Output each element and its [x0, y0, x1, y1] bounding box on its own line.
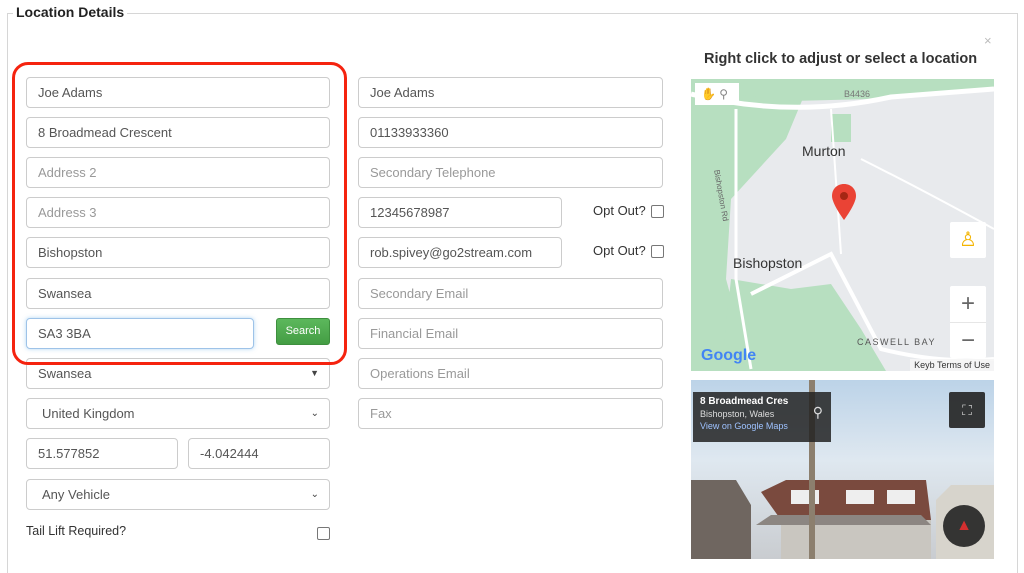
map-instruction: Right click to adjust or select a locati…	[704, 51, 978, 67]
chevron-down-icon: ⌄	[310, 408, 319, 419]
zoom-controls: + −	[950, 286, 986, 358]
telephone-input[interactable]: 01133933360	[358, 117, 663, 148]
address3-input[interactable]: Address 3	[26, 197, 330, 228]
bishopston-label: Bishopston	[733, 255, 803, 271]
street-view-subtitle: Bishopston, Wales	[700, 409, 775, 419]
search-button[interactable]: Search	[276, 318, 330, 345]
terms-link[interactable]: Keyb Terms of Use	[910, 359, 994, 371]
country-selected: United Kingdom	[42, 406, 135, 421]
murton-label: Murton	[802, 143, 846, 159]
map-view[interactable]: ✋ ⚲ B4436 Murton Bishopston Rd Bishopsto…	[691, 79, 994, 371]
tail-lift-label: Tail Lift Required?	[26, 524, 127, 538]
road-label: B4436	[844, 89, 871, 99]
street-view[interactable]: 8 Broadmead Cres Bishopston, Wales View …	[691, 380, 994, 559]
marker-tool-icon[interactable]: ⚲	[719, 87, 728, 101]
latitude-input[interactable]: 51.577852	[26, 438, 178, 469]
county-selected: Swansea	[38, 366, 92, 381]
mobile-input[interactable]: 12345678987	[358, 197, 562, 228]
close-icon[interactable]: ×	[984, 33, 992, 48]
vehicle-select[interactable]: Any Vehicle ⌄	[26, 479, 330, 510]
place-marker-icon: ⚲	[812, 404, 823, 420]
google-logo: Google	[701, 347, 757, 364]
caswell-label: CASWELL BAY	[857, 337, 937, 347]
secondary-email-input[interactable]: Secondary Email	[358, 278, 663, 309]
email-opt-out-checkbox[interactable]	[651, 245, 664, 258]
tail-lift-checkbox[interactable]	[317, 527, 330, 540]
mobile-opt-out-checkbox[interactable]	[651, 205, 664, 218]
compass-icon[interactable]: ▲	[943, 505, 985, 547]
county-select[interactable]: Swansea ▼	[26, 358, 330, 389]
contact-name-input[interactable]: Joe Adams	[358, 77, 663, 108]
town-input[interactable]: Bishopston	[26, 237, 330, 268]
map-tiles	[691, 79, 994, 371]
email-opt-out-label: Opt Out?	[593, 243, 646, 258]
pegman-icon[interactable]: ♙	[950, 222, 986, 258]
address2-input[interactable]: Address 2	[26, 157, 330, 188]
fax-input[interactable]: Fax	[358, 398, 663, 429]
section-title: Location Details	[13, 4, 128, 20]
zoom-in-button[interactable]: +	[950, 286, 986, 322]
view-on-google-maps-link[interactable]: View on Google Maps	[700, 421, 824, 431]
street-view-title: 8 Broadmead Cres	[700, 396, 789, 407]
chevron-down-icon: ⌄	[310, 489, 319, 500]
map-tools: ✋ ⚲	[695, 83, 739, 105]
longitude-input[interactable]: -4.042444	[188, 438, 330, 469]
street-view-info: 8 Broadmead Cres Bishopston, Wales View …	[693, 392, 831, 442]
hand-icon[interactable]: ✋	[701, 87, 716, 101]
caret-down-icon: ▼	[310, 368, 319, 378]
zoom-out-button[interactable]: −	[950, 322, 986, 358]
secondary-telephone-input[interactable]: Secondary Telephone	[358, 157, 663, 188]
operations-email-input[interactable]: Operations Email	[358, 358, 663, 389]
financial-email-input[interactable]: Financial Email	[358, 318, 663, 349]
email-input[interactable]: rob.spivey@go2stream.com	[358, 237, 562, 268]
location-pin-icon[interactable]	[832, 184, 856, 220]
name-input[interactable]: Joe Adams	[26, 77, 330, 108]
fullscreen-button[interactable]: ⛶	[949, 392, 985, 428]
country-select[interactable]: United Kingdom ⌄	[26, 398, 330, 429]
postcode-input[interactable]: SA3 3BA	[26, 318, 254, 349]
mobile-opt-out-label: Opt Out?	[593, 203, 646, 218]
vehicle-selected: Any Vehicle	[42, 487, 110, 502]
address1-input[interactable]: 8 Broadmead Crescent	[26, 117, 330, 148]
city-input[interactable]: Swansea	[26, 278, 330, 309]
